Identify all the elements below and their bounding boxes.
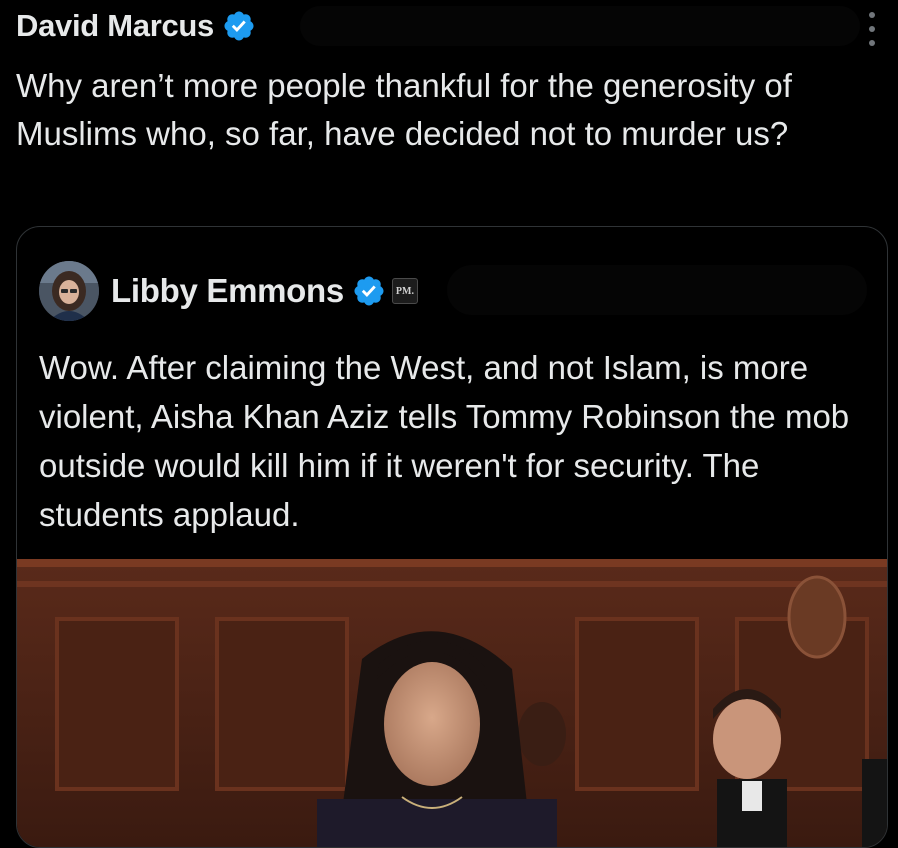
tweet-text: Why aren’t more people thankful for the … [16, 67, 792, 152]
verified-badge-icon[interactable] [222, 9, 256, 43]
affiliation-badge[interactable]: PM. [391, 278, 418, 304]
more-options-icon[interactable] [866, 12, 878, 46]
quoted-tweet-text: Wow. After claiming the West, and not Is… [39, 349, 850, 533]
video-thumbnail[interactable] [17, 559, 887, 847]
redacted-region [300, 6, 860, 46]
author-name[interactable]: David Marcus [16, 8, 214, 44]
redacted-region [447, 265, 867, 315]
avatar[interactable] [39, 261, 99, 321]
verified-badge-icon[interactable] [352, 274, 386, 308]
quoted-tweet[interactable]: Libby Emmons PM. Wow. After claiming the… [16, 226, 888, 848]
quoted-author-name[interactable]: Libby Emmons [111, 272, 344, 310]
quoted-tweet-header: Libby Emmons PM. [39, 261, 418, 321]
